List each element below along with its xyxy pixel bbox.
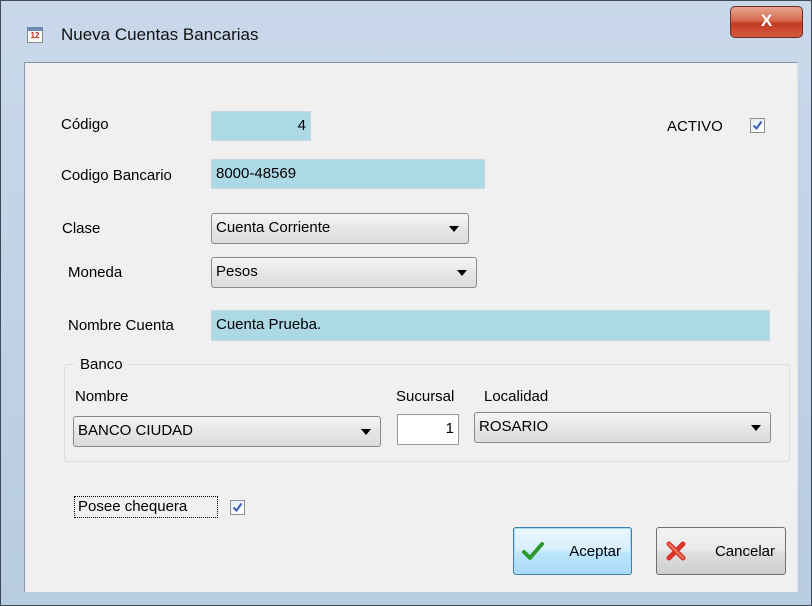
localidad-select[interactable]: ROSARIO [474,412,771,443]
banco-nombre-selected-value: BANCO CIUDAD [78,422,194,439]
chevron-down-icon [361,429,371,435]
posee-chequera-label[interactable]: Posee chequera [78,498,187,515]
clase-label: Clase [62,220,101,237]
chevron-down-icon [457,270,467,276]
chevron-down-icon [751,425,761,431]
banco-nombre-select[interactable]: BANCO CIUDAD [73,416,381,447]
checkmark-icon [522,542,544,560]
nombre-cuenta-field[interactable]: Cuenta Prueba. [211,310,770,341]
moneda-select[interactable]: Pesos [211,257,477,288]
codigo-bancario-label: Codigo Bancario [61,167,172,184]
moneda-label: Moneda [68,264,123,281]
calendar-icon: 12 [27,27,43,43]
localidad-label: Localidad [484,388,549,405]
moneda-selected-value: Pesos [216,263,258,280]
window-title: Nueva Cuentas Bancarias [61,25,259,44]
nombre-cuenta-label: Nombre Cuenta [68,317,174,334]
codigo-field[interactable]: 4 [211,111,311,141]
title-bar[interactable]: 12 Nueva Cuentas Bancarias X [1,1,811,63]
checkmark-icon [752,120,763,131]
codigo-bancario-field[interactable]: 8000-48569 [211,159,485,189]
cancelar-button[interactable]: Cancelar [656,527,786,575]
activo-label[interactable]: ACTIVO [667,118,723,135]
clase-select[interactable]: Cuenta Corriente [211,213,469,244]
close-icon: X [760,11,773,30]
close-button[interactable]: X [730,6,803,38]
cancelar-label: Cancelar [714,543,775,560]
banco-nombre-label: Nombre [75,388,129,405]
checkmark-icon [232,502,243,513]
activo-checkbox[interactable] [750,118,765,133]
aceptar-button[interactable]: Aceptar [513,527,632,575]
codigo-label: Código [61,116,109,133]
posee-chequera-checkbox[interactable] [230,500,245,515]
chevron-down-icon [449,226,459,232]
clase-selected-value: Cuenta Corriente [216,219,331,236]
localidad-selected-value: ROSARIO [479,418,549,435]
aceptar-label: Aceptar [569,543,621,560]
sucursal-field[interactable]: 1 [397,414,459,445]
banco-group-title: Banco [74,356,129,373]
sucursal-label: Sucursal [396,388,455,405]
red-x-icon [666,541,686,561]
